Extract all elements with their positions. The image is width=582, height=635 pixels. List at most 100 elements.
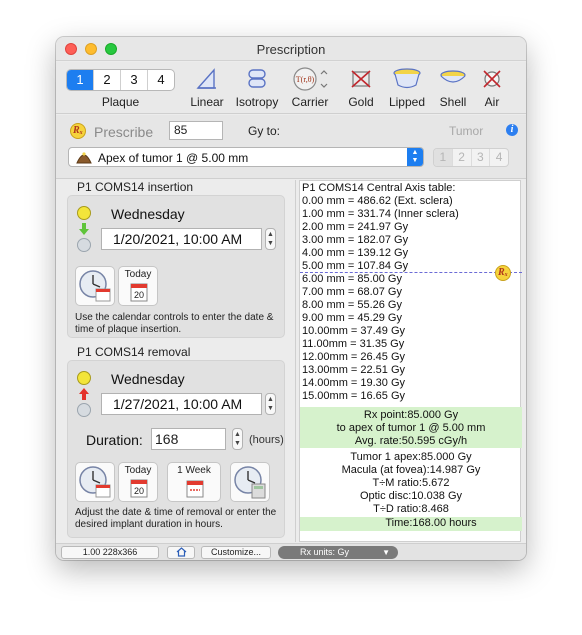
time-box: Time:168.00 hours	[300, 517, 522, 531]
removal-arrow-icon	[79, 388, 89, 400]
tumor-segment-4[interactable]: 4	[490, 149, 508, 166]
removal-datetime-field[interactable]: 1/27/2021, 10:00 AM	[101, 393, 262, 415]
air-label: Air	[484, 95, 500, 109]
plaque-caption: Plaque	[101, 95, 140, 109]
insertion-arrow-icon	[79, 223, 89, 235]
tumor-label: Tumor	[449, 124, 484, 138]
removal-clock-button[interactable]	[75, 462, 115, 502]
central-axis-row: 4.00 mm = 139.12 Gy	[302, 247, 409, 259]
macula-dose: Macula (at fovea):14.987 Gy	[341, 464, 481, 476]
shell-plaque-icon	[440, 70, 466, 83]
air-tool[interactable]: Air	[467, 66, 517, 112]
central-axis-row: 1.00 mm = 331.74 (Inner sclera)	[302, 208, 459, 220]
removal-today-label: Today	[124, 465, 152, 476]
one-week-label: 1 Week	[177, 465, 211, 476]
plaque-segment-4[interactable]: 4	[148, 70, 174, 90]
prescription-window: Prescription 1 2 3 4 Plaque Linear Isotr…	[56, 37, 526, 560]
insertion-today-button[interactable]: Today 20	[118, 266, 158, 306]
calendar-icon: 20	[130, 283, 148, 302]
central-axis-row: 3.00 mm = 182.07 Gy	[302, 234, 409, 246]
target-select[interactable]: Apex of tumor 1 @ 5.00 mm ▲ ▼	[68, 147, 424, 167]
week-calendar-icon	[186, 480, 204, 498]
central-axis-row: 10.00mm = 37.49 Gy	[302, 325, 406, 337]
central-axis-row: 12.00mm = 26.45 Gy	[302, 351, 406, 363]
insertion-datetime-stepper[interactable]: ▲ ▼	[265, 228, 276, 250]
central-axis-row: 15.00mm = 16.65 Gy	[302, 390, 406, 402]
optic-disc-dose: Optic disc:10.038 Gy	[359, 490, 463, 502]
customize-button[interactable]: Customize...	[201, 546, 271, 559]
removal-today-day: 20	[134, 486, 144, 496]
removal-calc-button[interactable]	[230, 462, 270, 502]
removal-today-button[interactable]: Today 20	[118, 462, 158, 502]
duration-field[interactable]: 168	[151, 428, 226, 450]
tumor-apex-dose: Tumor 1 apex:85.000 Gy	[350, 451, 472, 463]
removal-datetime-stepper[interactable]: ▲ ▼	[265, 393, 276, 415]
plaque-selector: 1 2 3 4	[66, 69, 175, 91]
central-axis-row: 9.00 mm = 45.29 Gy	[302, 312, 402, 324]
plaque-segment-3[interactable]: 3	[121, 70, 148, 90]
central-axis-row: 7.00 mm = 68.07 Gy	[302, 286, 402, 298]
tm-ratio: T÷M ratio:5.672	[372, 477, 450, 489]
toolbar: 1 2 3 4 Plaque Linear Isotropy T(r,θ) Ca…	[56, 62, 526, 114]
target-select-value: Apex of tumor 1 @ 5.00 mm	[98, 151, 249, 165]
tumor-segment-1[interactable]: 1	[434, 149, 453, 166]
dose-input[interactable]: 85	[169, 121, 223, 140]
duration-label: Duration:	[86, 432, 143, 448]
insertion-clock-button[interactable]	[75, 266, 115, 306]
status-bar: 1.00 228x366 Customize... Rx units: Gy ▼	[56, 543, 526, 560]
insertion-datetime-field[interactable]: 1/20/2021, 10:00 AM	[101, 228, 262, 250]
rx-summary-box: Rx point:85.000 Gy to apex of tumor 1 @ …	[300, 407, 522, 448]
isotropy-tool[interactable]: Isotropy	[232, 66, 282, 112]
insertion-group: Wednesday 1/20/2021, 10:00 AM ▲ ▼ Today 2…	[67, 195, 285, 338]
removal-group: Wednesday 1/27/2021, 10:00 AM ▲ ▼ Duratio…	[67, 360, 285, 538]
clock-calculator-icon	[234, 466, 266, 499]
carrier-icon: T(r,θ)	[293, 67, 328, 91]
tumor-selector: 1 2 3 4	[433, 148, 509, 167]
removal-title: P1 COMS14 removal	[77, 345, 191, 359]
central-axis-row: 6.00 mm = 85.00 Gy	[302, 273, 402, 285]
rx-point: Rx point:85.000 Gy	[363, 409, 459, 421]
calendar-icon: 20	[130, 479, 148, 498]
prescribe-label: Prescribe	[94, 124, 154, 140]
implant-time: Time:168.00 hours	[385, 517, 477, 529]
one-week-button[interactable]: 1 Week	[167, 462, 221, 502]
carrier-symbol: T(r,θ)	[296, 75, 315, 84]
window-title: Prescription	[256, 42, 326, 57]
home-icon	[176, 547, 186, 557]
central-axis-row: 2.00 mm = 241.97 Gy	[302, 221, 409, 233]
info-icon[interactable]: i	[506, 124, 518, 136]
removal-end-icon	[77, 403, 91, 417]
insertion-end-icon	[77, 238, 91, 252]
insertion-day: Wednesday	[111, 206, 185, 222]
central-axis-row: 8.00 mm = 55.26 Gy	[302, 299, 402, 311]
insertion-start-icon	[77, 206, 91, 220]
rx-units-popup[interactable]: Rx units: Gy ▼	[278, 546, 398, 559]
prescribe-row: Rₓ Prescribe 85 Gy to: Tumor i Apex of t…	[56, 115, 526, 179]
tumor-segment-2[interactable]: 2	[453, 149, 472, 166]
insertion-help: Use the calendar controls to enter the d…	[75, 312, 274, 335]
removal-start-icon	[77, 371, 91, 385]
td-ratio: T÷D ratio:8.468	[373, 503, 449, 515]
home-button[interactable]	[167, 546, 195, 559]
removal-day: Wednesday	[111, 371, 185, 387]
insertion-title: P1 COMS14 insertion	[77, 180, 194, 194]
central-axis-row: 14.00mm = 19.30 Gy	[302, 377, 406, 389]
central-axis-row: 13.00mm = 22.51 Gy	[302, 364, 406, 376]
duration-stepper[interactable]: ▲ ▼	[232, 428, 243, 450]
gold-plaque-icon	[351, 70, 371, 88]
isotropy-icon	[248, 69, 266, 88]
lipped-plaque-icon	[393, 68, 421, 89]
plaque-segment-1[interactable]: 1	[67, 70, 94, 90]
central-axis-row: 11.00mm = 31.35 Gy	[302, 338, 405, 350]
tumor-segment-3[interactable]: 3	[472, 149, 491, 166]
central-axis-row: 0.00 mm = 486.62 (Ext. sclera)	[302, 195, 453, 207]
select-arrows-icon: ▲ ▼	[407, 148, 423, 166]
central-axis-panel: P1 COMS14 Central Axis table: 0.00 mm = …	[299, 180, 522, 542]
version-button[interactable]: 1.00 228x366	[61, 546, 159, 559]
plaque-segment-2[interactable]: 2	[94, 70, 121, 90]
clock-calendar-icon	[79, 270, 111, 302]
tumor-apex-icon	[76, 152, 92, 164]
insertion-today-day: 20	[134, 290, 144, 300]
hours-label: (hours)	[249, 434, 284, 446]
rx-icon: Rₓ	[70, 123, 86, 139]
